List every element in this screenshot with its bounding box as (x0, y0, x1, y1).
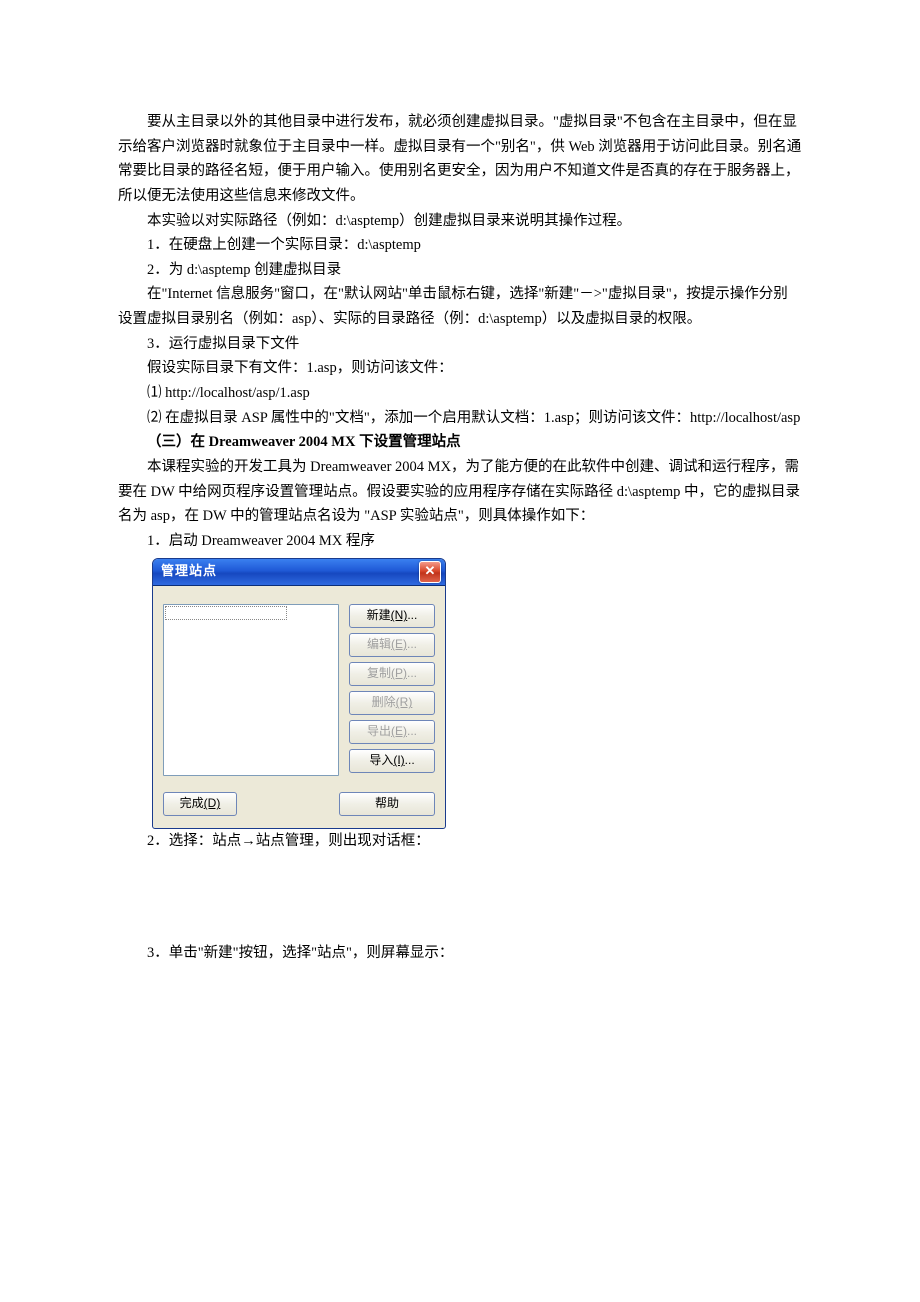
section-heading: （三）在 Dreamweaver 2004 MX 下设置管理站点 (147, 430, 802, 455)
step-item: 2．选择：站点→站点管理，则出现对话框： (147, 829, 802, 854)
titlebar: 管理站点 ✕ (153, 559, 445, 586)
step-item: 3．单击"新建"按钮，选择"站点"，则屏幕显示： (147, 941, 802, 966)
dialog-title: 管理站点 (161, 560, 217, 582)
btn-ellipsis: ... (407, 605, 417, 625)
list-item: 1．在硬盘上创建一个实际目录：d:\asptemp (147, 233, 802, 258)
btn-accesskey: (I) (393, 750, 404, 770)
sub-item: ⑴ http://localhost/asp/1.asp (147, 381, 802, 406)
list-item: 2．为 d:\asptemp 创建虚拟目录 (147, 258, 802, 283)
sites-listbox[interactable] (163, 604, 339, 776)
btn-label: 完成 (180, 793, 204, 813)
btn-accesskey: (R) (396, 692, 413, 712)
btn-label: 导入 (369, 750, 393, 770)
btn-accesskey: (D) (204, 793, 221, 813)
delete-button: 删除(R) (349, 691, 435, 715)
dialog-figure: 管理站点 ✕ 新建(N)... 编辑(E)... 复制(P)... (152, 558, 802, 829)
paragraph: 本实验以对实际路径（例如：d:\asptemp）创建虚拟目录来说明其操作过程。 (118, 209, 802, 234)
paragraph: 本课程实验的开发工具为 Dreamweaver 2004 MX，为了能方便的在此… (118, 455, 802, 529)
edit-button: 编辑(E)... (349, 633, 435, 657)
btn-label: 复制 (367, 663, 391, 683)
document-page: 要从主目录以外的其他目录中进行发布，就必须创建虚拟目录。"虚拟目录"不包含在主目… (0, 0, 920, 1302)
close-icon[interactable]: ✕ (419, 561, 441, 583)
paragraph: 假设实际目录下有文件：1.asp，则访问该文件： (147, 356, 802, 381)
new-button[interactable]: 新建(N)... (349, 604, 435, 628)
btn-label: 编辑 (367, 634, 391, 654)
step-item: 1．启动 Dreamweaver 2004 MX 程序 (147, 529, 802, 554)
list-item: 3．运行虚拟目录下文件 (147, 332, 802, 357)
btn-label: 导出 (367, 721, 391, 741)
paragraph: 要从主目录以外的其他目录中进行发布，就必须创建虚拟目录。"虚拟目录"不包含在主目… (118, 110, 802, 209)
paragraph: 在"Internet 信息服务"窗口，在"默认网站"单击鼠标右键，选择"新建"－… (118, 282, 802, 331)
help-button[interactable]: 帮助 (339, 792, 435, 816)
btn-ellipsis: ... (407, 634, 417, 654)
btn-ellipsis: ... (407, 721, 417, 741)
button-column: 新建(N)... 编辑(E)... 复制(P)... 删除(R) 导出(E)..… (349, 604, 435, 776)
btn-ellipsis: ... (407, 663, 417, 683)
btn-accesskey: (E) (391, 721, 407, 741)
blank-space (118, 853, 802, 941)
btn-accesskey: (E) (391, 634, 407, 654)
btn-label: 删除 (372, 692, 396, 712)
btn-accesskey: (N) (391, 605, 408, 625)
copy-button: 复制(P)... (349, 662, 435, 686)
import-button[interactable]: 导入(I)... (349, 749, 435, 773)
done-button[interactable]: 完成(D) (163, 792, 237, 816)
btn-label: 新建 (367, 605, 391, 625)
listbox-focus-rect (165, 606, 287, 620)
dialog-footer: 完成(D) 帮助 (153, 786, 445, 828)
btn-ellipsis: ... (405, 750, 415, 770)
sub-item: ⑵ 在虚拟目录 ASP 属性中的"文档"，添加一个启用默认文档：1.asp；则访… (147, 406, 802, 431)
manage-sites-dialog: 管理站点 ✕ 新建(N)... 编辑(E)... 复制(P)... (152, 558, 446, 829)
export-button: 导出(E)... (349, 720, 435, 744)
btn-accesskey: (P) (391, 663, 407, 683)
dialog-body: 新建(N)... 编辑(E)... 复制(P)... 删除(R) 导出(E)..… (153, 586, 445, 786)
